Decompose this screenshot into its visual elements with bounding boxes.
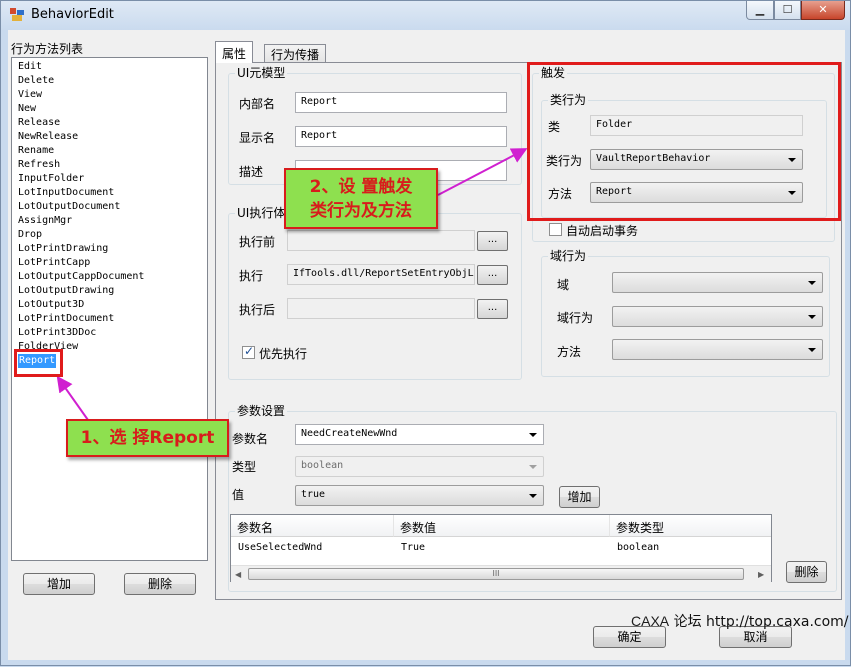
watermark-brand: CAXA xyxy=(631,613,670,629)
behavior-edit-window: BehaviorEdit ▁ ☐ ✕ 行为方法列表 Edit Delete View… xyxy=(0,0,851,666)
watermark-url: http://top.caxa.com/ xyxy=(706,614,849,630)
arrow-to-report-item xyxy=(56,375,89,421)
watermark-forum: 论坛 xyxy=(673,614,702,630)
callout-set-trigger-line1: 2、设 置触发 xyxy=(309,177,413,197)
callout-select-report: 1、选 择Report xyxy=(66,419,229,457)
tab-properties[interactable]: 属性 xyxy=(215,41,254,63)
highlight-report-item xyxy=(14,349,63,377)
callout-set-trigger-line2: 类行为及方法 xyxy=(310,201,412,221)
callout-set-trigger: 2、设 置触发 类行为及方法 xyxy=(284,168,438,229)
arrow-to-trigger-group xyxy=(437,148,528,196)
highlight-trigger-group xyxy=(527,62,841,221)
caxa-watermark: CAXA 论坛 http://top.caxa.com/ xyxy=(631,611,849,631)
